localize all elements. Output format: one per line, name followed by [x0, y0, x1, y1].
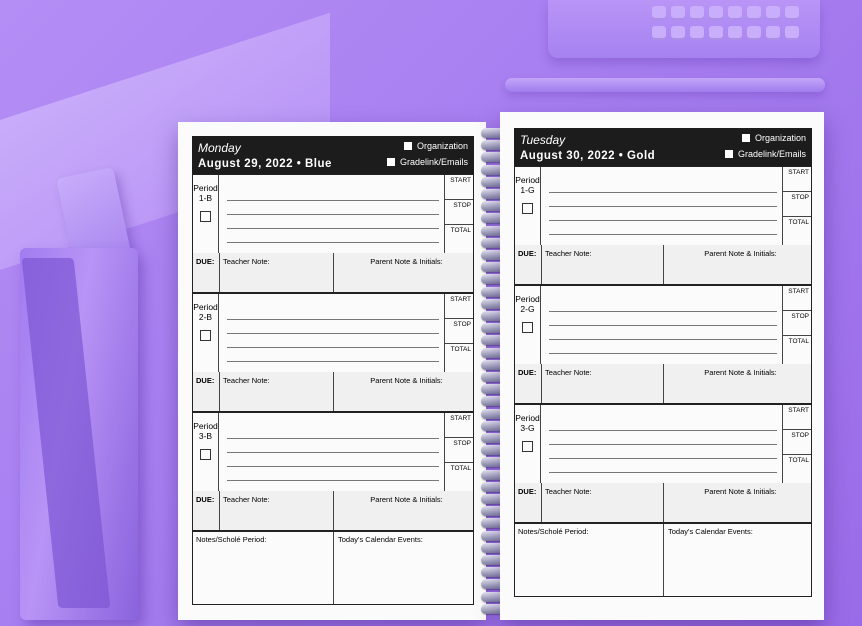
teacher-note-label: Teacher Note: [223, 376, 270, 385]
due-label: DUE: [518, 368, 537, 377]
pen [505, 78, 825, 92]
period-label: Period 3-G [515, 405, 541, 483]
period-label: Period 2-B [193, 294, 219, 372]
planner-page-right: Tuesday August 30, 2022 • Gold Organizat… [500, 112, 824, 620]
period-label: Period 2-G [515, 286, 541, 364]
time-column: START STOP TOTAL [782, 405, 811, 483]
time-column: START STOP TOTAL [444, 294, 473, 372]
due-label: DUE: [196, 257, 215, 266]
teacher-note-label: Teacher Note: [223, 257, 270, 266]
calculator-key [671, 6, 685, 20]
period-label: Period 3-B [193, 413, 219, 491]
calculator-key [766, 6, 780, 20]
calculator-key [671, 26, 685, 40]
period-label: Period 1-B [193, 175, 219, 253]
checkbox-icon[interactable] [522, 441, 533, 452]
time-column: START STOP TOTAL [782, 286, 811, 364]
calculator-key [652, 6, 666, 20]
teacher-note-label: Teacher Note: [545, 249, 592, 258]
date-label: August 30, 2022 • Gold [520, 150, 656, 162]
calculator-key [747, 26, 761, 40]
due-label: DUE: [518, 487, 537, 496]
checkbox-icon[interactable] [741, 134, 750, 142]
page-header: Monday August 29, 2022 • Blue Organizati… [192, 136, 474, 174]
calculator-key [785, 6, 799, 20]
checkbox-icon[interactable] [724, 150, 733, 158]
schedule-grid: Period 1-B START STOP TOTAL DUE: Teacher Not… [192, 174, 474, 605]
parent-note-label: Parent Note & Initials: [663, 483, 811, 522]
teacher-note-label: Teacher Note: [545, 487, 592, 496]
calculator-key [728, 26, 742, 40]
checkbox-icon[interactable] [386, 158, 395, 166]
notes-section: Notes/Scholé Period: Today's Calendar Ev… [515, 524, 811, 596]
calculator-key [728, 6, 742, 20]
notes-label: Notes/Scholé Period: [196, 535, 267, 544]
checkbox-icon[interactable] [200, 211, 211, 222]
period-block: Period 2-B START STOP TOTAL DUE: Teacher Not… [193, 294, 473, 413]
period-block: Period 2-G START STOP TOTAL DUE: Teacher Not… [515, 286, 811, 405]
calculator-key [709, 26, 723, 40]
checkbox-icon[interactable] [522, 322, 533, 333]
parent-note-label: Parent Note & Initials: [333, 372, 473, 411]
date-label: August 29, 2022 • Blue [198, 158, 332, 170]
notes-label: Notes/Scholé Period: [518, 527, 589, 536]
calculator-key [709, 6, 723, 20]
time-column: START STOP TOTAL [782, 167, 811, 245]
day-name: Monday [198, 141, 241, 155]
due-label: DUE: [196, 376, 215, 385]
calculator-key [766, 26, 780, 40]
events-label: Today's Calendar Events: [663, 524, 811, 596]
calculator-key [785, 26, 799, 40]
desk-scene: Monday August 29, 2022 • Blue Organizati… [0, 0, 862, 626]
calculator-key [690, 6, 704, 20]
checkbox-icon[interactable] [200, 330, 211, 341]
page-header: Tuesday August 30, 2022 • Gold Organizat… [514, 128, 812, 166]
period-block: Period 3-B START STOP TOTAL DUE: Teacher Not… [193, 413, 473, 532]
period-block: Period 3-G START STOP TOTAL DUE: Teacher Not… [515, 405, 811, 524]
checkbox-icon[interactable] [522, 203, 533, 214]
gradelink-option[interactable]: Gradelink/Emails [386, 157, 468, 167]
due-label: DUE: [196, 495, 215, 504]
time-column: START STOP TOTAL [444, 413, 473, 491]
time-column: START STOP TOTAL [444, 175, 473, 253]
teacher-note-label: Teacher Note: [545, 368, 592, 377]
period-label: Period 1-G [515, 167, 541, 245]
parent-note-label: Parent Note & Initials: [663, 364, 811, 403]
parent-note-label: Parent Note & Initials: [333, 491, 473, 530]
events-label: Today's Calendar Events: [333, 532, 473, 604]
organization-option[interactable]: Organization [403, 141, 468, 151]
due-label: DUE: [518, 249, 537, 258]
gradelink-option[interactable]: Gradelink/Emails [724, 149, 806, 159]
calculator-key [690, 26, 704, 40]
organization-option[interactable]: Organization [741, 133, 806, 143]
parent-note-label: Parent Note & Initials: [663, 245, 811, 284]
planner-page-left: Monday August 29, 2022 • Blue Organizati… [178, 122, 486, 620]
checkbox-icon[interactable] [200, 449, 211, 460]
period-block: Period 1-G START STOP TOTAL DUE: Teacher Not… [515, 167, 811, 286]
checkbox-icon[interactable] [403, 142, 412, 150]
schedule-grid: Period 1-G START STOP TOTAL DUE: Teacher Not… [514, 166, 812, 597]
teacher-note-label: Teacher Note: [223, 495, 270, 504]
calculator-key [747, 6, 761, 20]
calculator [548, 0, 820, 58]
notes-section: Notes/Scholé Period: Today's Calendar Ev… [193, 532, 473, 604]
day-name: Tuesday [520, 133, 566, 147]
calculator-key [652, 26, 666, 40]
period-block: Period 1-B START STOP TOTAL DUE: Teacher Not… [193, 175, 473, 294]
parent-note-label: Parent Note & Initials: [333, 253, 473, 292]
